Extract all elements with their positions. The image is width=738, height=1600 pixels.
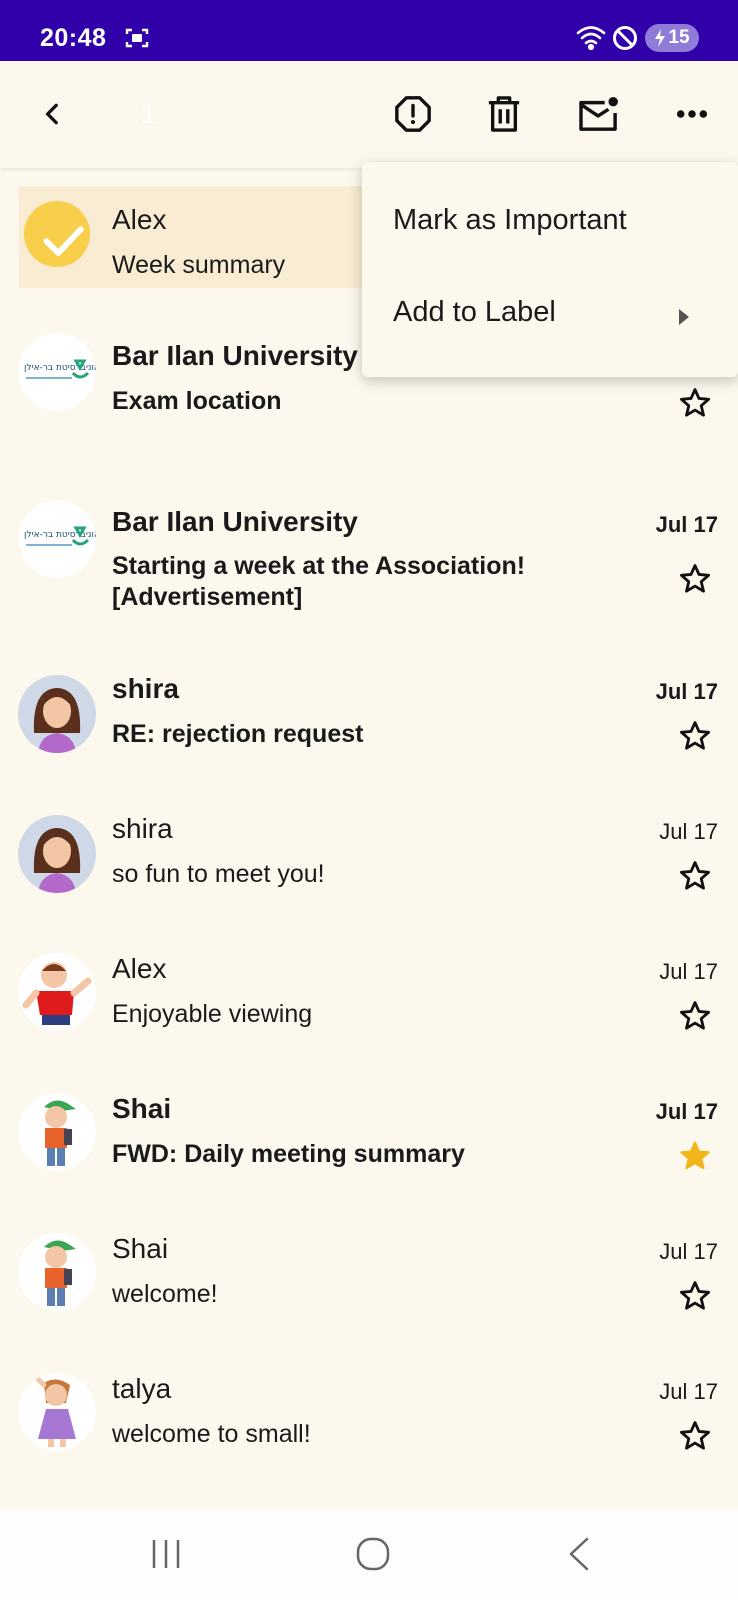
star-icon[interactable] bbox=[678, 859, 712, 893]
star-icon[interactable] bbox=[678, 1419, 712, 1453]
email-date: Jul 17 bbox=[659, 1379, 718, 1404]
boy-character-avatar bbox=[18, 953, 96, 1031]
more-options-icon[interactable] bbox=[669, 91, 715, 137]
charging-bolt-icon bbox=[655, 29, 666, 47]
do-not-disturb-icon bbox=[612, 25, 638, 51]
email-subject: RE: rejection request bbox=[112, 720, 364, 748]
overflow-menu: Mark as Important Add to Label bbox=[362, 162, 738, 377]
email-sender: Shai bbox=[112, 1233, 169, 1264]
back-nav-icon[interactable] bbox=[565, 1536, 593, 1572]
screenshot-icon bbox=[125, 27, 149, 49]
email-row[interactable]: Alex Jul 17 Enjoyable viewing bbox=[0, 923, 738, 1063]
selected-check-avatar[interactable] bbox=[24, 201, 90, 267]
email-row[interactable]: אוניברסיטת בר-אילן Bar Ilan University J… bbox=[0, 476, 738, 616]
email-subject: welcome! bbox=[112, 1280, 218, 1308]
logo-text: אוניברסיטת בר-אילן bbox=[24, 363, 96, 373]
email-sender: Alex bbox=[112, 204, 167, 235]
email-date: Jul 17 bbox=[655, 512, 718, 537]
star-icon[interactable] bbox=[678, 999, 712, 1033]
logo-text: אוניברסיטת בר-אילן bbox=[24, 530, 96, 540]
back-arrow-icon[interactable] bbox=[30, 91, 76, 137]
check-icon bbox=[43, 226, 84, 256]
email-sender: shira bbox=[112, 673, 179, 704]
email-date: Jul 17 bbox=[659, 1239, 718, 1264]
email-row[interactable]: Shai Jul 17 FWD: Daily meeting summary bbox=[0, 1063, 738, 1203]
email-date: Jul 17 bbox=[655, 679, 718, 704]
email-subject: Exam location bbox=[112, 387, 282, 415]
report-spam-icon[interactable] bbox=[390, 91, 436, 137]
email-date: Jul 17 bbox=[659, 819, 718, 844]
female-avatar bbox=[18, 815, 96, 893]
boy-character-avatar bbox=[18, 1093, 96, 1171]
system-navigation-bar bbox=[0, 1508, 738, 1600]
star-icon[interactable] bbox=[678, 386, 712, 420]
email-subject: so fun to meet you! bbox=[112, 860, 325, 888]
star-icon[interactable] bbox=[678, 562, 712, 596]
university-logo-avatar: אוניברסיטת בר-אילן bbox=[18, 500, 96, 578]
email-subject: Enjoyable viewing bbox=[112, 1000, 313, 1028]
battery-level: 15 bbox=[668, 27, 690, 48]
trash-icon[interactable] bbox=[481, 91, 527, 137]
email-row[interactable]: talya Jul 17 welcome to small! bbox=[0, 1343, 738, 1483]
status-time: 20:48 bbox=[40, 24, 107, 52]
email-subject: FWD: Daily meeting summary bbox=[112, 1140, 465, 1168]
wifi-icon bbox=[576, 24, 606, 51]
email-sender: Bar Ilan University bbox=[112, 340, 358, 371]
menu-item-mark-important[interactable]: Mark as Important bbox=[393, 204, 627, 237]
home-icon[interactable] bbox=[355, 1536, 391, 1572]
email-sender: talya bbox=[112, 1373, 172, 1404]
selection-toolbar: 1 bbox=[0, 61, 738, 168]
recent-apps-icon[interactable] bbox=[150, 1536, 182, 1572]
selected-count: 1 bbox=[140, 97, 157, 130]
email-subject: Starting a week at the Association! [Adv… bbox=[112, 552, 526, 611]
email-row[interactable]: shira Jul 17 so fun to meet you! bbox=[0, 783, 738, 923]
girl-character-avatar bbox=[18, 1373, 96, 1451]
email-subject: welcome to small! bbox=[112, 1420, 311, 1448]
email-sender: Bar Ilan University bbox=[112, 506, 358, 537]
star-icon[interactable] bbox=[678, 1279, 712, 1313]
mark-unread-icon[interactable] bbox=[576, 91, 622, 137]
menu-item-add-to-label[interactable]: Add to Label bbox=[393, 296, 556, 329]
university-logo-avatar: אוניברסיטת בר-אילן bbox=[18, 333, 96, 411]
female-avatar bbox=[18, 675, 96, 753]
email-sender: Alex bbox=[112, 953, 167, 984]
email-date: Jul 17 bbox=[659, 959, 718, 984]
battery-indicator: 15 bbox=[645, 24, 699, 52]
star-filled-icon[interactable] bbox=[678, 1139, 712, 1173]
email-sender: Shai bbox=[112, 1093, 172, 1124]
star-icon[interactable] bbox=[678, 719, 712, 753]
email-sender: shira bbox=[112, 813, 173, 844]
email-date: Jul 17 bbox=[655, 1099, 718, 1124]
boy-character-avatar bbox=[18, 1233, 96, 1311]
email-row[interactable]: Shai Jul 17 welcome! bbox=[0, 1203, 738, 1343]
email-row[interactable]: shira Jul 17 RE: rejection request bbox=[0, 643, 738, 783]
status-bar: 20:48 15 bbox=[0, 0, 738, 61]
submenu-arrow-icon bbox=[679, 309, 689, 325]
